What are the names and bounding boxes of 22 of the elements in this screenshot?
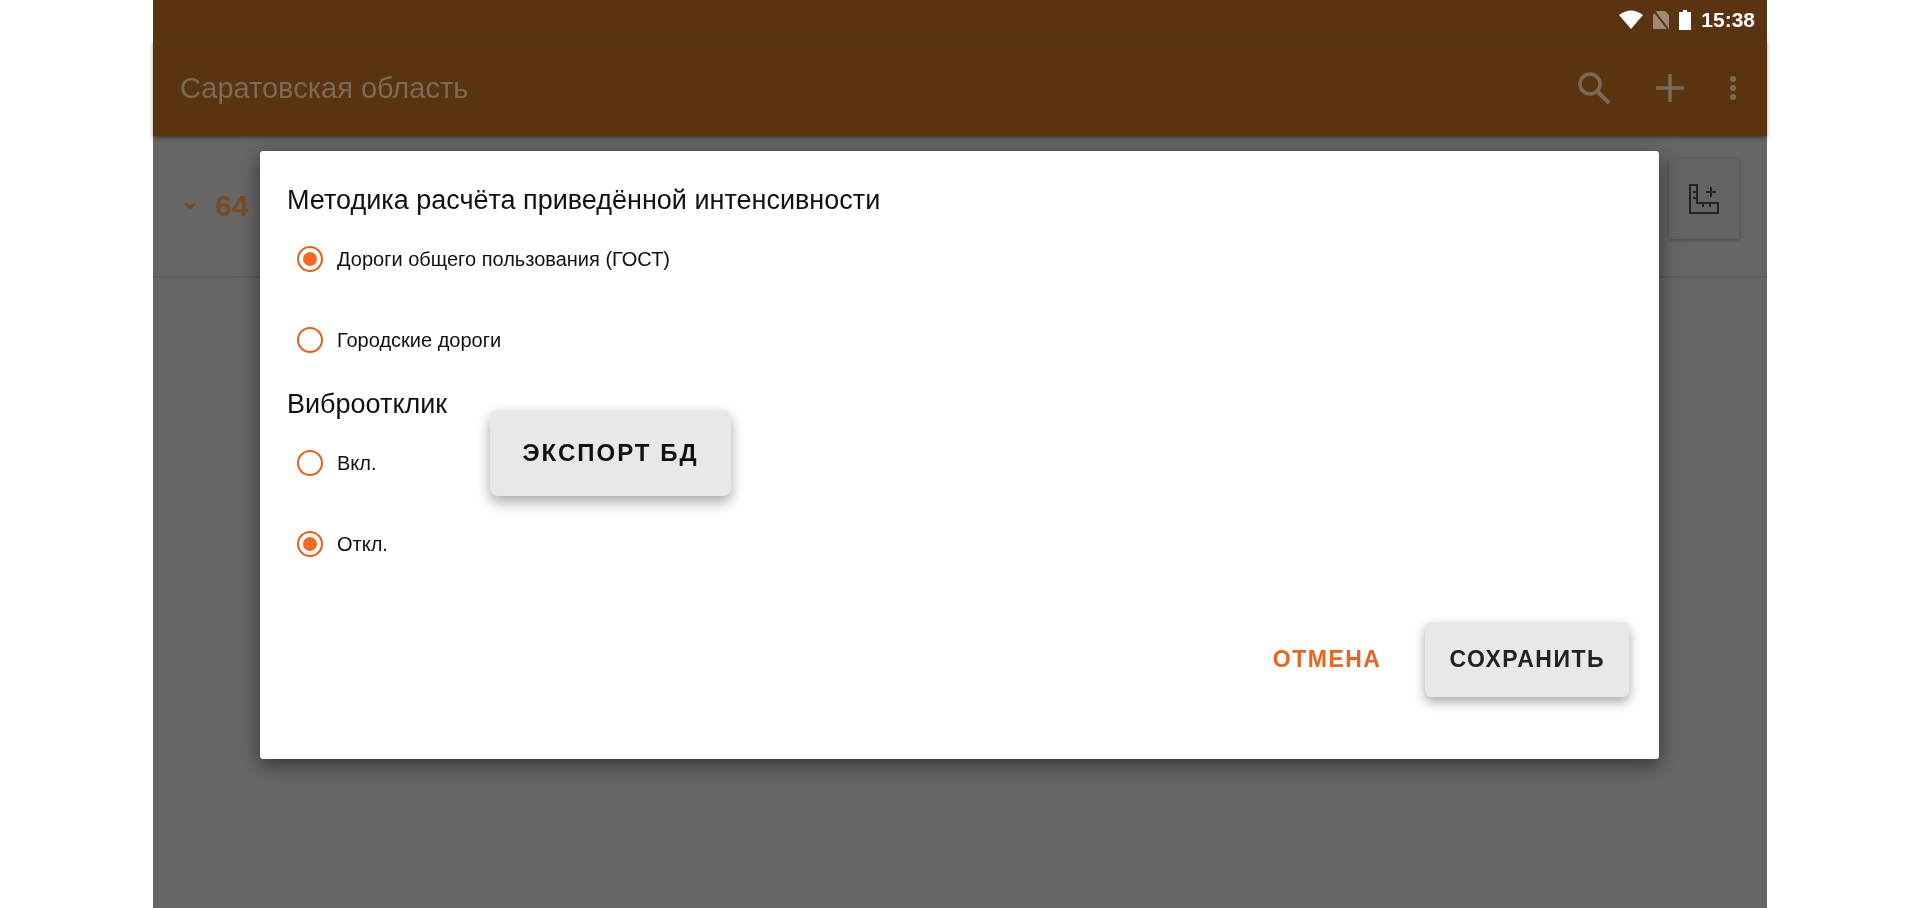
section-title: Методика расчёта приведённой интенсивности [287,185,881,216]
ruler-plus-icon [1687,181,1721,216]
radio-button[interactable] [297,450,323,476]
option-label[interactable]: Городские дороги [337,328,502,352]
option-label[interactable]: Дороги общего пользования (ГОСТ) [337,247,670,271]
add-ruler-button[interactable] [1669,158,1739,239]
no-sim-icon [1653,10,1670,30]
status-time: 15:38 [1701,8,1755,32]
add-icon[interactable] [1655,73,1685,103]
radio-button[interactable] [297,327,323,353]
battery-icon [1679,10,1692,30]
more-icon[interactable] [1729,75,1737,101]
export-button[interactable]: ЭКСПОРТ БД [490,410,731,496]
search-icon[interactable] [1577,71,1611,105]
app-title: Саратовская область [180,71,469,105]
save-button[interactable]: СОХРАНИТЬ [1425,622,1629,697]
radio-button[interactable] [297,246,323,272]
radio-button[interactable] [297,531,323,557]
wifi-icon [1619,10,1644,30]
option-label[interactable]: Вкл. [337,451,377,475]
section-title: Виброотклик [287,389,448,420]
option-label[interactable]: Откл. [337,532,388,556]
